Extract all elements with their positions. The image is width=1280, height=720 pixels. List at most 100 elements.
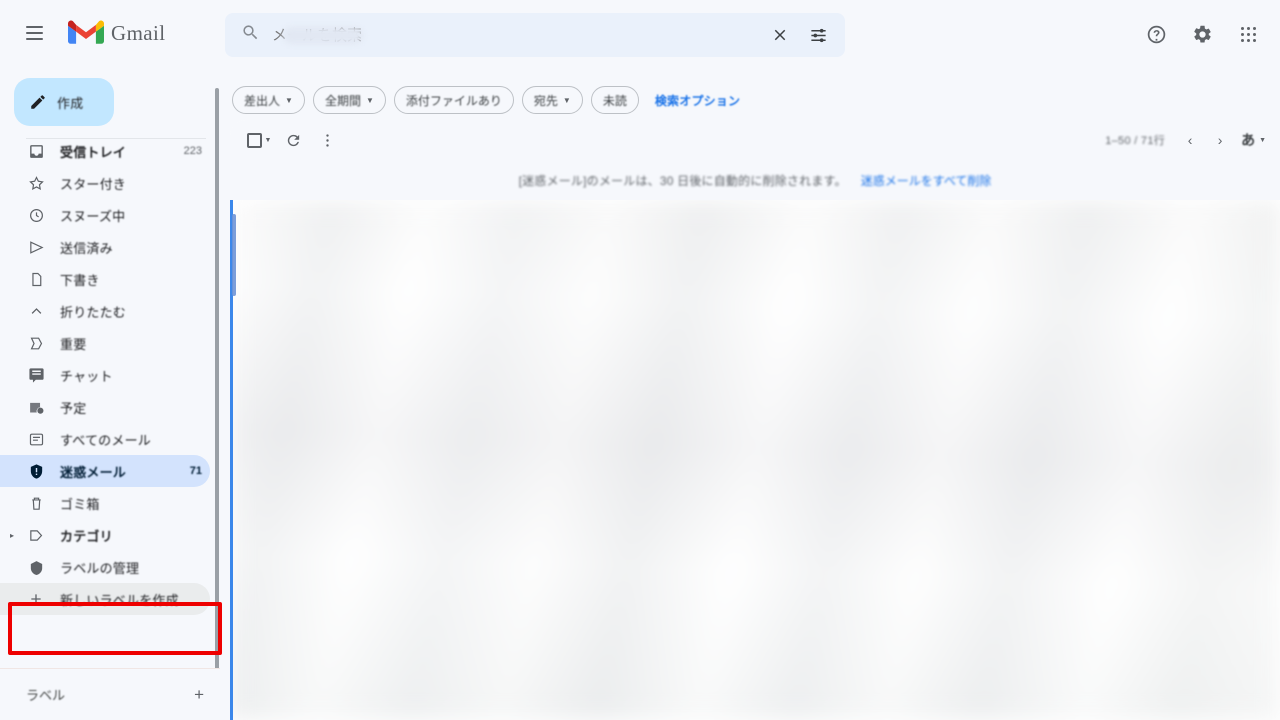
chat-icon <box>26 367 46 384</box>
chevron-down-icon: ▼ <box>365 95 374 105</box>
sidebar-item-all-mail[interactable]: すべてのメール <box>0 423 210 455</box>
search-filter-chips: 差出人 ▼ 全期間 ▼ 添付ファイルあり 宛先 ▼ 未読 検索オプション <box>220 66 1280 120</box>
sidebar-item-label: ゴミ箱 <box>60 496 100 512</box>
gear-icon[interactable] <box>1182 14 1222 54</box>
sidebar-item-label: ラベルの管理 <box>60 560 140 576</box>
sidebar-item-collapse[interactable]: 折りたたむ <box>0 295 210 327</box>
input-language-button[interactable]: あ ▼ <box>1241 130 1266 150</box>
trash-icon <box>26 495 46 512</box>
category-icon <box>26 527 46 544</box>
search-bar[interactable] <box>225 13 845 57</box>
select-all-checkbox[interactable]: ▼ <box>242 123 276 157</box>
sidebar-item-label: 重要 <box>60 336 87 352</box>
chevron-down-icon: ▼ <box>264 136 272 144</box>
sidebar-item-label: チャット <box>60 368 113 384</box>
banner-message: [迷惑メール]のメールは、30 日後に自動的に削除されます。 <box>518 173 847 188</box>
pagination-range: 1–50 / 71行 <box>1105 135 1166 147</box>
filter-chip-has-attachment[interactable]: 添付ファイルあり <box>393 86 514 114</box>
obscured-mail-content <box>230 200 1280 720</box>
checkbox-icon <box>246 132 262 148</box>
star-icon <box>26 175 46 192</box>
mail-list-rows[interactable] <box>230 200 1280 720</box>
compose-button[interactable]: 作成 <box>14 78 114 126</box>
scheduled-icon <box>26 399 46 416</box>
search-options-icon[interactable] <box>799 16 837 54</box>
search-options-link[interactable]: 検索オプション <box>655 92 740 109</box>
filter-chip-to[interactable]: 宛先 ▼ <box>521 86 583 114</box>
sidebar-item-label: スヌーズ中 <box>60 208 126 224</box>
draft-icon <box>26 271 46 288</box>
sidebar-item-scheduled[interactable]: 予定 <box>0 391 210 423</box>
sidebar-item-label: 受信トレイ <box>60 144 127 160</box>
spam-auto-delete-banner: [迷惑メール]のメールは、30 日後に自動的に削除されます。 迷惑メールをすべて… <box>230 160 1280 200</box>
search-icon <box>241 23 260 47</box>
filter-chip-label: 全期間 <box>324 93 361 108</box>
inbox-icon <box>26 143 46 160</box>
sidebar-item-manage-labels[interactable]: ラベルの管理 <box>0 551 210 583</box>
pencil-icon <box>31 95 45 109</box>
sidebar-item-label: カテゴリ <box>60 528 113 544</box>
sidebar-item-label: 折りたたむ <box>60 304 127 320</box>
sidebar-item-create-new-label[interactable]: 新しいラベルを作成 <box>0 583 210 615</box>
chevron-left-icon[interactable]: ‹ <box>1175 125 1205 155</box>
filter-chip-label: 添付ファイルあり <box>405 93 502 108</box>
clock-icon <box>26 207 46 224</box>
sidebar-item-chat[interactable]: チャット <box>0 359 210 391</box>
gmail-brand[interactable]: Gmail <box>68 19 166 47</box>
sidebar-item-label: 迷惑メール <box>60 464 127 480</box>
filter-chip-label: 差出人 <box>244 93 281 108</box>
top-bar: Gmail <box>0 0 1280 66</box>
mail-list-toolbar: ▼ 1–50 / 71行 ‹ › あ ▼ <box>230 120 1280 160</box>
chevron-down-icon: ▼ <box>1259 136 1266 144</box>
chevron-down-icon: ▼ <box>285 95 293 105</box>
sidebar-item-count: 223 <box>183 145 202 157</box>
filter-chip-label: 宛先 <box>533 93 558 108</box>
all-mail-icon <box>26 431 46 448</box>
main-menu-icon[interactable] <box>14 13 54 53</box>
sidebar-item-sent[interactable]: 送信済み <box>0 231 210 263</box>
sidebar-item-inbox[interactable]: 受信トレイ 223 <box>0 135 210 167</box>
labels-footer-label: ラベル <box>26 688 66 703</box>
search-input[interactable] <box>272 26 761 44</box>
sidebar-item-starred[interactable]: スター付き <box>0 167 210 199</box>
filter-chip-from[interactable]: 差出人 ▼ <box>232 86 305 114</box>
sidebar-item-label: 送信済み <box>60 240 113 256</box>
mail-list-scrollbar[interactable] <box>232 214 236 296</box>
mail-list-container: ▼ 1–50 / 71行 ‹ › あ ▼ [迷惑メール]のメールは、30 日後に… <box>230 120 1280 720</box>
sidebar-item-snoozed[interactable]: スヌーズ中 <box>0 199 210 231</box>
important-icon <box>26 335 46 352</box>
sidebar-item-important[interactable]: 重要 <box>0 327 210 359</box>
sidebar-scrollbar[interactable] <box>215 88 219 688</box>
main-panel: 差出人 ▼ 全期間 ▼ 添付ファイルあり 宛先 ▼ 未読 検索オプション ▼ 1… <box>220 66 1280 720</box>
sidebar-item-label: すべてのメール <box>60 432 151 448</box>
close-icon[interactable] <box>761 16 799 54</box>
sidebar-item-label: 下書き <box>60 272 100 288</box>
chevron-right-icon[interactable]: › <box>1205 125 1235 155</box>
chevron-down-icon: ▼ <box>562 95 571 105</box>
filter-chip-unread[interactable]: 未読 <box>590 86 639 114</box>
apps-grid-icon[interactable] <box>1228 14 1268 54</box>
sidebar-item-label: スター付き <box>60 176 127 192</box>
plus-icon[interactable]: + <box>194 685 204 705</box>
sidebar-item-spam[interactable]: 迷惑メール 71 <box>0 455 210 487</box>
plus-icon <box>26 591 46 607</box>
refresh-icon[interactable] <box>276 123 310 157</box>
delete-all-spam-link[interactable]: 迷惑メールをすべて削除 <box>861 172 992 189</box>
labels-footer: ラベル + <box>0 668 220 720</box>
more-vertical-icon[interactable] <box>310 123 344 157</box>
sidebar: 作成 受信トレイ 223 スター付き スヌーズ中 送信済み 下書き 折りたたむ … <box>0 66 220 720</box>
help-icon[interactable] <box>1136 14 1176 54</box>
sidebar-nav: 受信トレイ 223 スター付き スヌーズ中 送信済み 下書き 折りたたむ 重要 … <box>0 138 220 615</box>
sidebar-item-trash[interactable]: ゴミ箱 <box>0 487 210 519</box>
gmail-app-window: Gmail メールを検索 作成 受信トレイ 223 スター付き スヌーズ中 送信… <box>0 0 1280 720</box>
filter-chip-any-time[interactable]: 全期間 ▼ <box>312 86 386 114</box>
gmail-logo-icon <box>68 20 104 44</box>
sidebar-item-count: 71 <box>189 465 202 477</box>
sidebar-item-drafts[interactable]: 下書き <box>0 263 210 295</box>
manage-labels-icon <box>26 559 46 576</box>
top-right-actions <box>1136 14 1268 54</box>
sidebar-item-categories[interactable]: ▸ カテゴリ <box>0 519 210 551</box>
input-language-label: あ <box>1241 132 1256 148</box>
gmail-brand-name: Gmail <box>111 20 166 45</box>
sidebar-item-label: 新しいラベルを作成 <box>60 592 179 608</box>
